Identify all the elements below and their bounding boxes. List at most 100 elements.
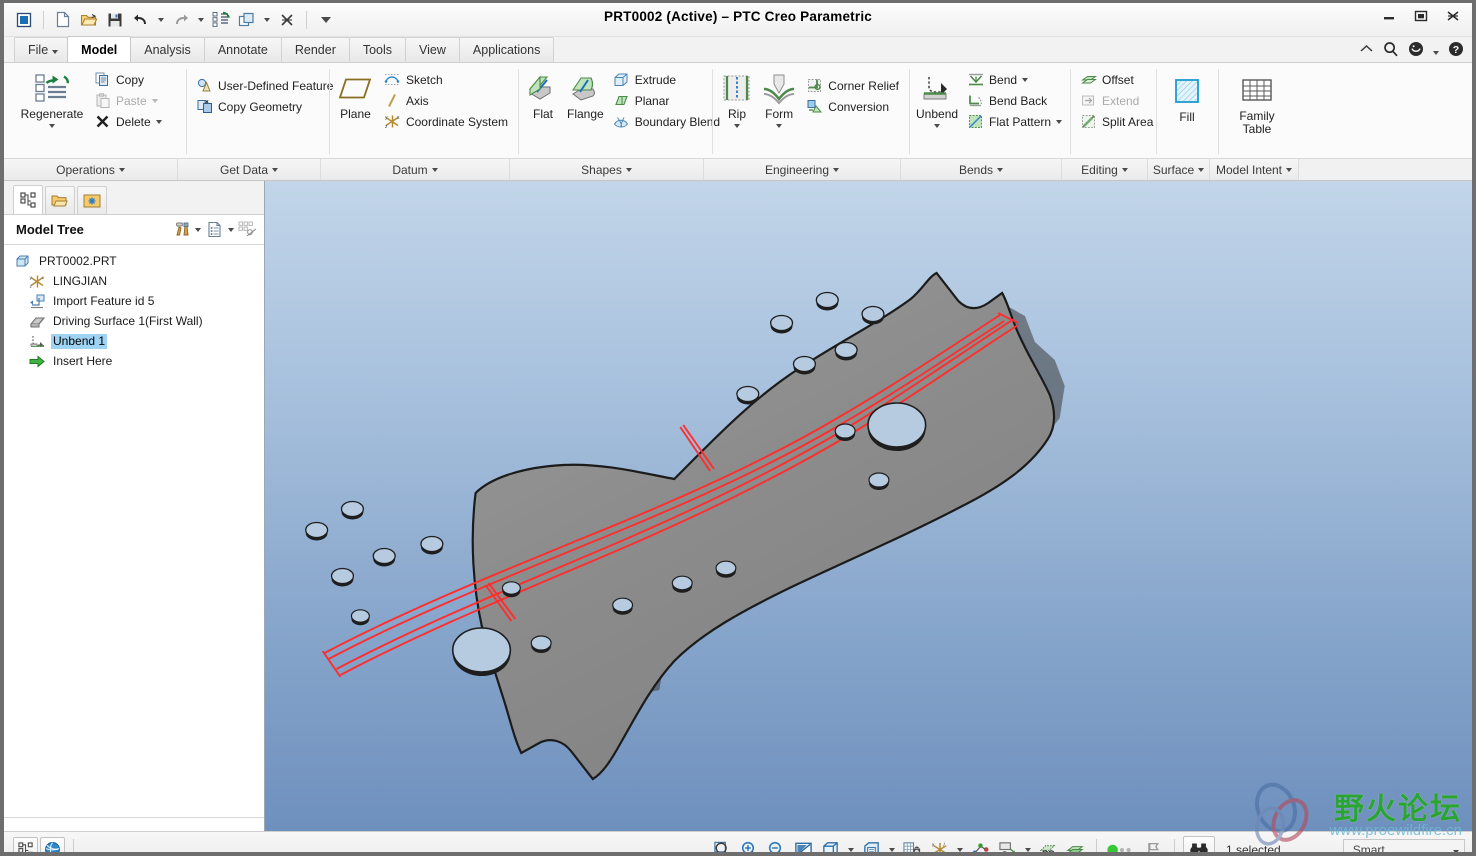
tab-model[interactable]: Model — [67, 36, 132, 62]
corner-relief-button[interactable]: Corner Relief — [800, 75, 905, 96]
sketch-button[interactable]: Sketch — [378, 69, 514, 90]
saved-views-icon[interactable] — [859, 837, 884, 852]
model-tree-toggle-icon[interactable] — [13, 837, 38, 852]
zoom-in-icon[interactable] — [737, 837, 762, 852]
flat-pattern-button[interactable]: Flat Pattern — [961, 111, 1068, 132]
browser-toggle-icon[interactable] — [40, 837, 65, 852]
flange-button[interactable]: Flange — [564, 68, 607, 125]
close-window-icon[interactable] — [275, 8, 299, 32]
user-defined-feature-button[interactable]: User-Defined Feature — [190, 75, 339, 96]
new-icon[interactable] — [51, 8, 75, 32]
search-icon[interactable] — [1383, 41, 1399, 60]
tree-filter-icon[interactable] — [237, 219, 258, 240]
delete-caret-icon[interactable] — [155, 119, 162, 124]
flat-button[interactable]: Flat — [522, 68, 564, 125]
bend-button[interactable]: Bend — [961, 69, 1068, 90]
rip-caret-icon[interactable] — [734, 124, 740, 128]
tab-file[interactable]: File — [14, 37, 69, 62]
open-icon[interactable] — [77, 8, 101, 32]
tab-render[interactable]: Render — [280, 37, 350, 62]
bend-back-button[interactable]: Bend Back — [961, 90, 1068, 111]
customize-qat-icon[interactable] — [314, 8, 338, 32]
layer-visibility-icon[interactable] — [995, 837, 1020, 852]
maximize-button[interactable] — [1410, 7, 1432, 25]
display-style-caret-icon[interactable] — [845, 837, 857, 852]
model-tree-tab[interactable] — [13, 185, 43, 214]
boundary-blend-button[interactable]: Boundary Blend — [607, 111, 726, 132]
planar-button[interactable]: Planar — [607, 90, 726, 111]
chevron-down-icon[interactable] — [1452, 843, 1459, 852]
undo-caret-icon[interactable] — [155, 8, 167, 32]
flag-icon[interactable] — [1141, 837, 1166, 852]
tree-settings-icon[interactable] — [171, 219, 192, 240]
group-label-datum[interactable]: Datum — [321, 159, 510, 180]
group-label-shapes[interactable]: Shapes — [510, 159, 704, 180]
group-label-bends[interactable]: Bends — [901, 159, 1062, 180]
search-selection-icon[interactable] — [1183, 836, 1215, 852]
group-label-engineering[interactable]: Engineering — [704, 159, 901, 180]
bend-caret-icon[interactable] — [1022, 77, 1029, 82]
account-caret-icon[interactable] — [1433, 44, 1439, 58]
tree-node-import-feature[interactable]: Import Feature id 5 — [28, 291, 264, 311]
fill-button[interactable]: Fill — [1160, 68, 1214, 128]
redo-icon[interactable] — [169, 8, 193, 32]
spin-center-icon[interactable] — [1036, 837, 1061, 852]
form-caret-icon[interactable] — [776, 124, 783, 128]
offset-button[interactable]: Offset — [1074, 69, 1159, 90]
tree-node-insert-here[interactable]: Insert Here — [28, 351, 264, 371]
tree-node-unbend-1[interactable]: Unbend 1 — [28, 331, 264, 351]
copy-button[interactable]: Copy — [88, 69, 168, 90]
tab-analysis[interactable]: Analysis — [130, 37, 205, 62]
datum-display-icon[interactable]: x / — [927, 837, 952, 852]
graphics-viewport[interactable] — [265, 181, 1472, 831]
unbend-caret-icon[interactable] — [934, 124, 941, 128]
tree-display-caret[interactable] — [225, 219, 237, 240]
minimize-ribbon-icon[interactable] — [1359, 43, 1374, 58]
undo-icon[interactable] — [129, 8, 153, 32]
favorites-tab[interactable] — [77, 186, 107, 214]
regenerate-button[interactable]: Regenerate — [16, 68, 88, 132]
minimize-button[interactable] — [1378, 7, 1400, 25]
group-label-operations[interactable]: Operations — [4, 159, 178, 180]
axis-button[interactable]: Axis — [378, 90, 514, 111]
view-manager-icon[interactable] — [900, 837, 925, 852]
appearance-icon[interactable] — [1063, 837, 1088, 852]
tree-node-part[interactable]: PRT0002.PRT — [14, 251, 264, 271]
form-button[interactable]: Form — [758, 68, 800, 132]
selection-filter-combo[interactable]: Smart — [1342, 838, 1465, 852]
account-icon[interactable] — [1408, 41, 1424, 60]
folder-browser-tab[interactable] — [45, 186, 75, 214]
delete-button[interactable]: Delete — [88, 111, 168, 132]
zoom-out-icon[interactable] — [764, 837, 789, 852]
family-table-button[interactable]: Family Table — [1222, 68, 1292, 140]
copy-geometry-button[interactable]: Copy Geometry — [190, 96, 339, 117]
coordinate-system-button[interactable]: yxz Coordinate System — [378, 111, 514, 132]
rip-button[interactable]: Rip — [716, 68, 758, 132]
tree-node-driving-surface[interactable]: Driving Surface 1(First Wall) — [28, 311, 264, 331]
tab-view[interactable]: View — [405, 37, 460, 62]
conversion-button[interactable]: Conversion — [800, 96, 905, 117]
repaint-icon[interactable] — [791, 837, 816, 852]
flat-pattern-caret-icon[interactable] — [1056, 119, 1063, 124]
group-label-surface[interactable]: Surface — [1148, 159, 1210, 180]
regenerate-caret-icon[interactable] — [49, 124, 55, 128]
sheet-metal-part-3d[interactable] — [265, 181, 1472, 831]
group-label-get-data[interactable]: Get Data — [178, 159, 321, 180]
datum-display-caret-icon[interactable] — [954, 837, 966, 852]
split-area-button[interactable]: Split Area — [1074, 111, 1159, 132]
tree-node-lingjian[interactable]: yxz LINGJIAN — [28, 271, 264, 291]
tree-display-icon[interactable] — [204, 219, 225, 240]
refit-icon[interactable] — [710, 837, 735, 852]
tab-annotate[interactable]: Annotate — [203, 37, 282, 62]
tab-applications[interactable]: Applications — [458, 37, 555, 62]
help-icon[interactable]: ? — [1448, 41, 1464, 60]
display-style-icon[interactable] — [818, 837, 843, 852]
close-button[interactable] — [1442, 7, 1464, 25]
extrude-button[interactable]: Extrude — [607, 69, 726, 90]
window-switch-icon[interactable] — [235, 8, 259, 32]
group-label-editing[interactable]: Editing — [1062, 159, 1148, 180]
window-switch-caret-icon[interactable] — [261, 8, 273, 32]
annotation-display-icon[interactable] — [968, 837, 993, 852]
tab-tools[interactable]: Tools — [348, 37, 407, 62]
plane-button[interactable]: Plane — [333, 68, 378, 125]
